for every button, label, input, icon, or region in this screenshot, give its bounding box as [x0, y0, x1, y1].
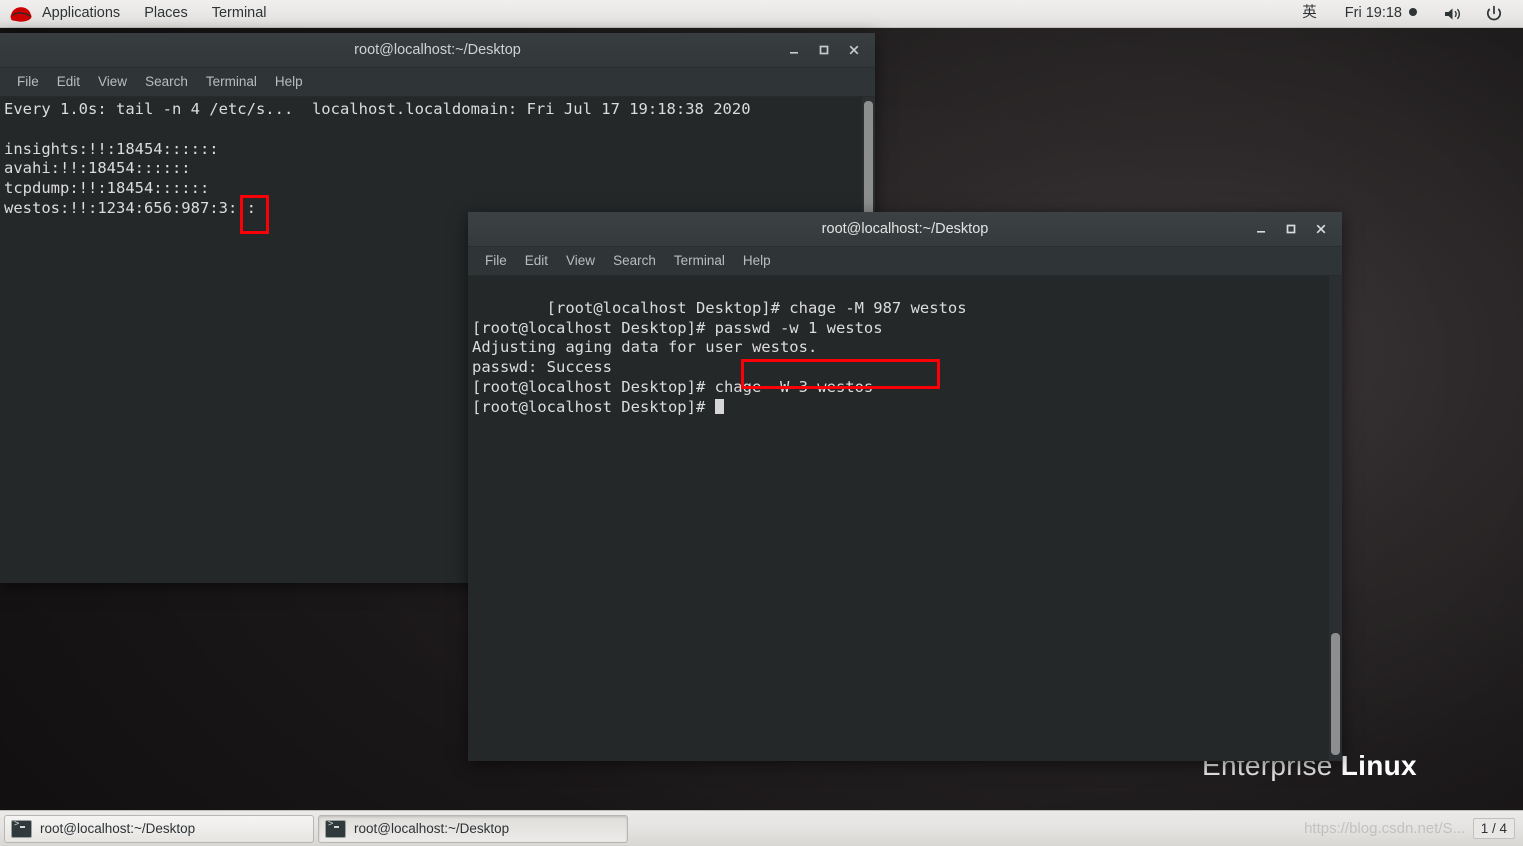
menu-edit[interactable]: Edit	[516, 249, 557, 273]
terminal-2-titlebar[interactable]: root@localhost:~/Desktop	[468, 212, 1342, 247]
menu-search[interactable]: Search	[136, 70, 197, 94]
menu-help[interactable]: Help	[734, 249, 780, 273]
menu-search[interactable]: Search	[604, 249, 665, 273]
terminal-1-menubar: File Edit View Search Terminal Help	[0, 68, 875, 97]
terminal-2-menubar: File Edit View Search Terminal Help	[468, 247, 1342, 276]
maximize-icon[interactable]	[809, 35, 839, 65]
minimize-icon[interactable]	[1246, 214, 1276, 244]
menu-file[interactable]: File	[476, 249, 516, 273]
workspace-switcher[interactable]: 1 / 4	[1472, 818, 1515, 839]
taskbar-item-2-label: root@localhost:~/Desktop	[354, 821, 510, 836]
terminal-2-scrollbar[interactable]	[1329, 276, 1342, 761]
panel-clock[interactable]: Fri 19:18	[1331, 0, 1431, 27]
maximize-icon[interactable]	[1276, 214, 1306, 244]
terminal-icon	[325, 819, 346, 838]
panel-places-menu[interactable]: Places	[132, 0, 200, 27]
terminal-2-output: [root@localhost Desktop]# chage -M 987 w…	[472, 279, 967, 437]
terminal-1-titlebar[interactable]: root@localhost:~/Desktop	[0, 33, 875, 68]
brand-linux: Linux	[1340, 750, 1417, 781]
menu-view[interactable]: View	[89, 70, 136, 94]
panel-status-area: 英 Fri 19:18	[1288, 0, 1523, 27]
panel-applications-menu[interactable]: Applications	[30, 0, 132, 27]
terminal-2-line-4: [root@localhost Desktop]# chage -W 3 wes…	[472, 377, 874, 396]
terminal-2-line-3: passwd: Success	[472, 358, 612, 377]
terminal-2-body[interactable]: [root@localhost Desktop]# chage -M 987 w…	[468, 276, 1342, 761]
taskbar-item-1-label: root@localhost:~/Desktop	[40, 821, 196, 836]
terminal-2-title: root@localhost:~/Desktop	[821, 221, 989, 237]
menu-file[interactable]: File	[8, 70, 48, 94]
terminal-cursor	[714, 398, 724, 414]
close-icon[interactable]	[1306, 214, 1336, 244]
redhat-logo-icon	[8, 4, 34, 24]
terminal-2-line-1: [root@localhost Desktop]# passwd -w 1 we…	[472, 318, 883, 337]
terminal-2-scrollbar-thumb[interactable]	[1331, 633, 1340, 755]
clock-label: Fri 19:18	[1344, 5, 1402, 21]
terminal-2-prompt: [root@localhost Desktop]#	[472, 397, 715, 416]
menu-help[interactable]: Help	[266, 70, 312, 94]
terminal-1-output: Every 1.0s: tail -n 4 /etc/s... localhos…	[4, 100, 751, 217]
minimize-icon[interactable]	[779, 35, 809, 65]
watermark-text: https://blog.csdn.net/S...	[1304, 820, 1465, 837]
terminal-2-line-2: Adjusting aging data for user westos.	[472, 338, 818, 357]
menu-terminal[interactable]: Terminal	[197, 70, 266, 94]
menu-terminal[interactable]: Terminal	[665, 249, 734, 273]
taskbar: root@localhost:~/Desktop root@localhost:…	[0, 810, 1523, 846]
terminal-2-line-0: [root@localhost Desktop]# chage -M 987 w…	[546, 298, 967, 317]
taskbar-item-terminal-2[interactable]: root@localhost:~/Desktop	[318, 814, 628, 843]
terminal-1-title: root@localhost:~/Desktop	[354, 42, 521, 58]
menu-view[interactable]: View	[557, 249, 604, 273]
terminal-2-window-controls	[1246, 212, 1336, 246]
close-icon[interactable]	[839, 35, 869, 65]
terminal-icon	[11, 819, 32, 838]
taskbar-item-terminal-1[interactable]: root@localhost:~/Desktop	[4, 814, 314, 843]
top-panel: Applications Places Terminal 英 Fri 19:18	[0, 0, 1523, 28]
panel-terminal-menu[interactable]: Terminal	[200, 0, 279, 27]
input-method-indicator[interactable]: 英	[1288, 0, 1331, 27]
terminal-1-scrollbar-thumb[interactable]	[864, 101, 873, 223]
menu-edit[interactable]: Edit	[48, 70, 89, 94]
notification-dot-icon	[1409, 8, 1417, 16]
volume-icon[interactable]	[1431, 0, 1475, 27]
taskbar-status-area: 1 / 4	[1472, 818, 1523, 839]
power-icon[interactable]	[1475, 0, 1513, 27]
desktop-screen: Enterprise Linux Applications Places Ter…	[0, 0, 1523, 846]
terminal-window-2[interactable]: root@localhost:~/Desktop File Edit View …	[468, 212, 1342, 761]
terminal-1-window-controls	[779, 33, 869, 67]
